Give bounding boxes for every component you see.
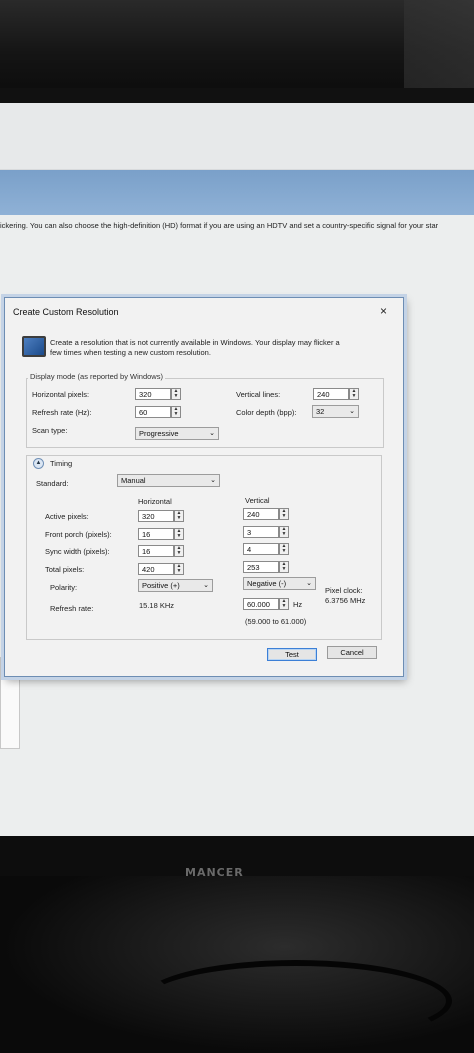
chevron-down-icon: ⌄ [209, 430, 215, 437]
sync-width-label: Sync width (pixels): [45, 547, 110, 556]
horizontal-pixels-input[interactable]: 320 [135, 388, 171, 400]
standard-value: Manual [121, 476, 146, 485]
sync-width-h-input[interactable]: 16 [138, 545, 174, 557]
horizontal-pixels-spinner[interactable]: ▲ ▼ [171, 388, 181, 400]
test-button[interactable]: Test [267, 648, 317, 661]
front-porch-label: Front porch (pixels): [45, 530, 112, 539]
polarity-v-select[interactable]: Negative (-) ⌄ [243, 577, 316, 590]
active-pixels-v-input[interactable]: 240 [243, 508, 279, 520]
standard-label: Standard: [36, 479, 69, 488]
total-pixels-h-spinner[interactable]: ▲ ▼ [174, 563, 184, 575]
polarity-label: Polarity: [50, 583, 78, 592]
color-depth-value: 32 [316, 407, 325, 416]
chevron-down-icon: ⌄ [210, 477, 216, 484]
active-pixels-v-spinner[interactable]: ▲ ▼ [279, 508, 289, 520]
dialog-title: Create Custom Resolution [13, 307, 119, 317]
horizontal-refresh-value: 15.18 KHz [139, 601, 175, 610]
vertical-lines-spinner[interactable]: ▲ ▼ [349, 388, 359, 400]
sync-width-h-spinner[interactable]: ▲ ▼ [174, 545, 184, 557]
timing-refresh-rate-label: Refresh rate: [50, 604, 94, 613]
refresh-unit: Hz [293, 600, 303, 609]
refresh-range: (59.000 to 61.000) [245, 617, 307, 626]
pixel-clock-label: Pixel clock: [325, 586, 363, 595]
polarity-h-select[interactable]: Positive (+) ⌄ [138, 579, 213, 592]
color-depth-select[interactable]: 32 ⌄ [312, 405, 359, 418]
front-porch-v-spinner[interactable]: ▲ ▼ [279, 526, 289, 538]
active-pixels-h-input[interactable]: 320 [138, 510, 174, 522]
polarity-h-value: Positive (+) [142, 581, 180, 590]
vertical-refresh-spinner[interactable]: ▲ ▼ [279, 598, 289, 610]
intro-text-line1: Create a resolution that is not currentl… [50, 338, 340, 347]
window-header-area [0, 103, 474, 170]
scan-type-select[interactable]: Progressive ⌄ [135, 427, 219, 440]
chevron-down-icon: ⌄ [203, 582, 209, 589]
timing-label: Timing [50, 459, 73, 468]
cancel-button[interactable]: Cancel [327, 646, 377, 659]
sync-width-v-spinner[interactable]: ▲ ▼ [279, 543, 289, 555]
refresh-rate-input[interactable]: 60 [135, 406, 171, 418]
scan-type-value: Progressive [139, 429, 179, 438]
active-pixels-label: Active pixels: [45, 512, 89, 521]
sync-width-v-input[interactable]: 4 [243, 543, 279, 555]
display-mode-group-label: Display mode (as reported by Windows) [28, 372, 165, 381]
total-pixels-v-spinner[interactable]: ▲ ▼ [279, 561, 289, 573]
collapse-toggle-icon[interactable]: ▲ [33, 458, 44, 469]
intro-text-line2: few times when testing a new custom reso… [50, 348, 211, 357]
wall-background [0, 0, 474, 95]
polarity-v-value: Negative (-) [247, 579, 287, 588]
front-porch-h-spinner[interactable]: ▲ ▼ [174, 528, 184, 540]
chevron-down-icon: ⌄ [306, 580, 312, 587]
total-pixels-label: Total pixels: [45, 565, 85, 574]
close-icon[interactable]: × [380, 304, 387, 318]
total-pixels-h-input[interactable]: 420 [138, 563, 174, 575]
cable [140, 960, 452, 1042]
refresh-rate-spinner[interactable]: ▲ ▼ [171, 406, 181, 418]
refresh-rate-label: Refresh rate (Hz): [32, 408, 92, 417]
window-blue-bar [0, 170, 474, 215]
vertical-refresh-input[interactable]: 60.000 [243, 598, 279, 610]
pixel-clock-value: 6.3756 MHz [325, 596, 366, 605]
total-pixels-v-input[interactable]: 253 [243, 561, 279, 573]
active-pixels-h-spinner[interactable]: ▲ ▼ [174, 510, 184, 522]
vertical-lines-label: Vertical lines: [236, 390, 281, 399]
front-porch-v-input[interactable]: 3 [243, 526, 279, 538]
front-porch-h-input[interactable]: 16 [138, 528, 174, 540]
monitor-icon [22, 336, 46, 357]
horizontal-pixels-label: Horizontal pixels: [32, 390, 90, 399]
background-info-text: ickering. You can also choose the high-d… [0, 221, 439, 230]
vertical-lines-input[interactable]: 240 [313, 388, 349, 400]
scan-type-label: Scan type: [32, 426, 68, 435]
horizontal-header: Horizontal [138, 497, 172, 506]
vertical-header: Vertical [245, 496, 270, 505]
color-depth-label: Color depth (bpp): [236, 408, 297, 417]
standard-select[interactable]: Manual ⌄ [117, 474, 220, 487]
chevron-down-icon: ⌄ [349, 408, 355, 415]
